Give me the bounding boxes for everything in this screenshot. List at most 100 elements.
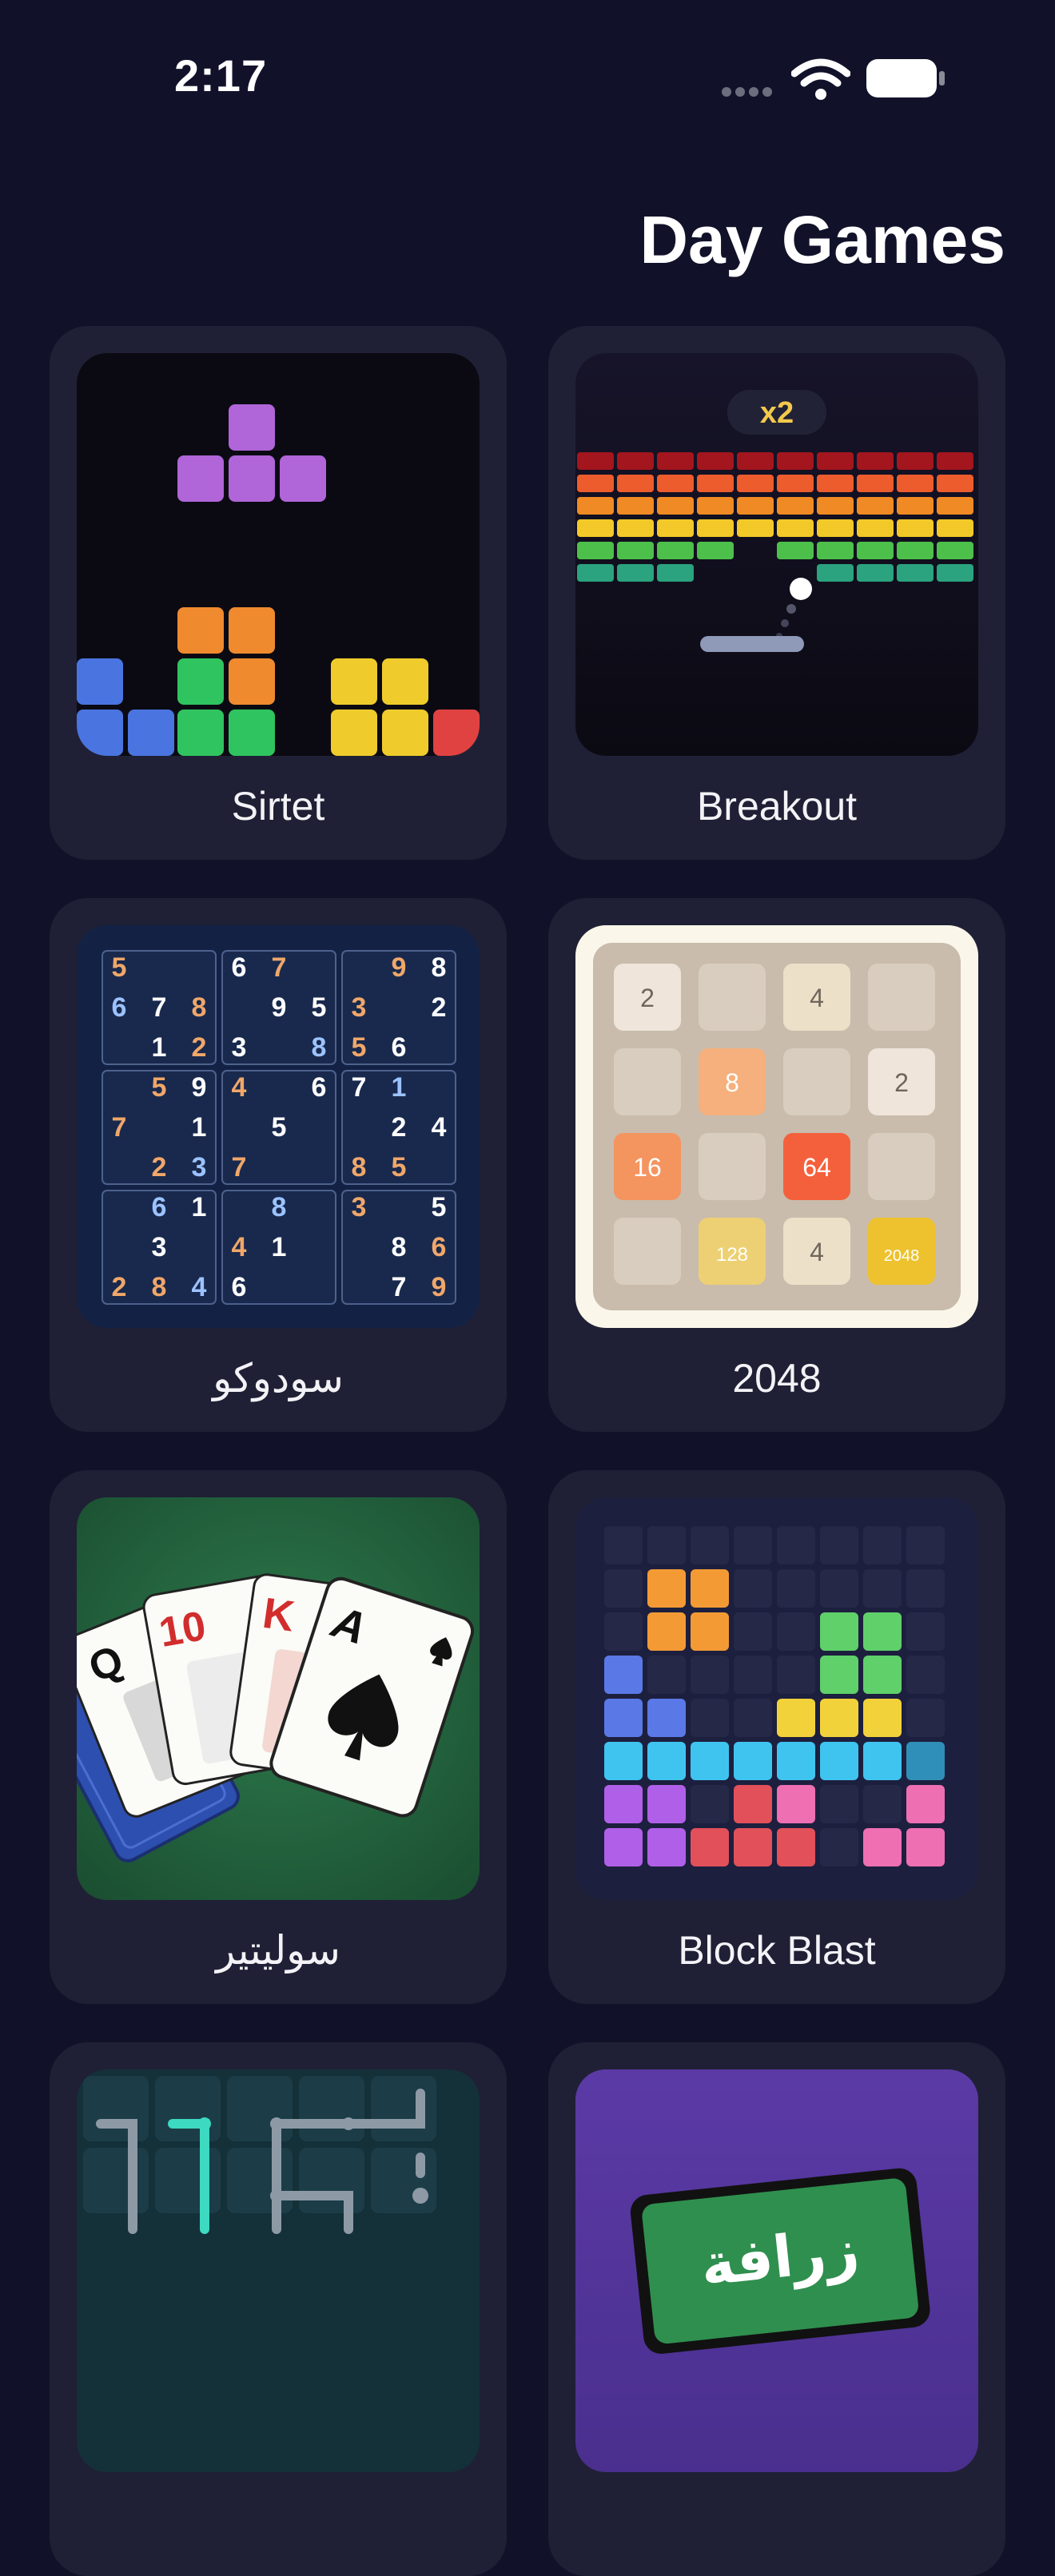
block-cell	[604, 1828, 643, 1866]
breakout-bricks-icon: x2	[577, 390, 973, 652]
block-cell	[777, 1569, 815, 1608]
game-card-sirtet[interactable]: Sirtet	[50, 326, 507, 860]
sudoku-digit: 5	[392, 1152, 407, 1183]
block-cell	[906, 1742, 945, 1780]
sudoku-digit: 6	[232, 1272, 247, 1302]
block-cell	[691, 1828, 729, 1866]
sudoku-digit: 6	[432, 1232, 447, 1262]
game-card-pipes[interactable]	[50, 2042, 507, 2576]
sudoku-digit: 5	[152, 1072, 167, 1103]
sudoku-digit: 3	[232, 1032, 247, 1063]
block-cell	[777, 1526, 815, 1564]
tile-2048	[868, 1133, 935, 1200]
block-cell	[777, 1656, 815, 1694]
block-cell	[691, 1569, 729, 1608]
sudoku-digit: 8	[312, 1032, 327, 1063]
card-rank-k: K	[260, 1589, 297, 1641]
block-cell	[734, 1699, 772, 1737]
pipes-icon	[83, 2076, 436, 2234]
battery-icon	[866, 59, 945, 97]
sudoku-digit: 1	[272, 1232, 287, 1262]
block-cell	[647, 1612, 686, 1651]
sudoku-digit: 1	[152, 1032, 167, 1063]
thumb-2048: 2 4 8 2 16 64 128 4 2048	[575, 925, 978, 1328]
sudoku-digit: 2	[392, 1112, 407, 1143]
tile-value: 2048	[884, 1247, 920, 1265]
block-cell	[820, 1569, 858, 1608]
sirtet-thumbnail	[77, 353, 480, 756]
sudoku-digit: 2	[192, 1032, 207, 1063]
block-cell	[820, 1828, 858, 1866]
block-cell	[820, 1742, 858, 1780]
sudoku-digit: 7	[112, 1112, 127, 1143]
block-cell	[863, 1828, 902, 1866]
tile-value: 4	[810, 984, 824, 1012]
block-cell	[604, 1612, 643, 1651]
sudoku-digit: 4	[432, 1112, 447, 1143]
block-blast-thumbnail	[575, 1497, 978, 1900]
tile-2048	[614, 1218, 681, 1285]
sudoku-digit: 4	[232, 1232, 247, 1262]
sudoku-digit: 8	[272, 1192, 287, 1222]
tile-value: 4	[810, 1238, 824, 1266]
block-cell	[906, 1699, 945, 1737]
tiles-2048-icon: 2 4 8 2 16 64 128 4 2048	[593, 943, 961, 1310]
game-card-sudoku[interactable]: 5679867895321238565946717152423785618353…	[50, 898, 507, 1432]
block-cell	[863, 1699, 902, 1737]
sudoku-digit: 1	[392, 1072, 407, 1103]
game-card-word[interactable]: زرافة	[548, 2042, 1005, 2576]
tile-2048	[783, 1048, 850, 1115]
card-rank-10: 10	[156, 1603, 209, 1656]
block-cell	[604, 1656, 643, 1694]
tile-2048	[614, 1048, 681, 1115]
sudoku-digit: 6	[312, 1072, 327, 1103]
block-cell	[691, 1526, 729, 1564]
game-label: Breakout	[696, 784, 858, 829]
block-cell	[820, 1526, 858, 1564]
wifi-icon	[791, 58, 850, 100]
sudoku-digit: 9	[272, 992, 287, 1023]
sudoku-digit: 5	[312, 992, 327, 1023]
sudoku-grid-icon: 5 6 7 9 86 7 8 9 5 3 21 2 3 8 5 65 9 4 6 7 17 1 5 2 42 3 7 8 56 1 8 3 53…	[102, 950, 456, 1305]
sudoku-digit: 2	[432, 992, 447, 1023]
game-card-breakout[interactable]: x2 Breakout	[548, 326, 1005, 860]
tile-2048	[699, 1133, 766, 1200]
sudoku-digit: 5	[352, 1032, 367, 1063]
tile-value: 8	[725, 1068, 739, 1097]
sirtet-blocks-icon	[77, 404, 480, 756]
sudoku-digit: 5	[272, 1112, 287, 1143]
block-cell	[691, 1612, 729, 1651]
block-cell	[734, 1742, 772, 1780]
multiplier-badge: x2	[760, 396, 794, 430]
game-label: Block Blast	[678, 1928, 876, 1973]
block-cell	[863, 1656, 902, 1694]
block-cell	[647, 1828, 686, 1866]
block-cell	[863, 1569, 902, 1608]
game-card-2048[interactable]: 2 4 8 2 16 64 128 4 2048 2048	[548, 898, 1005, 1432]
sudoku-digit: 1	[192, 1112, 207, 1143]
block-cell	[734, 1656, 772, 1694]
sudoku-digit: 8	[352, 1152, 367, 1183]
block-cell	[777, 1699, 815, 1737]
tile-value: 2	[640, 984, 655, 1012]
game-card-block-blast[interactable]: Block Blast	[548, 1470, 1005, 2004]
block-cell	[734, 1569, 772, 1608]
solitaire-thumbnail: Q 10 K A	[77, 1497, 480, 1900]
status-time: 2:17	[174, 50, 268, 101]
game-card-solitaire[interactable]: Q 10 K A سوليتير	[50, 1470, 507, 2004]
sudoku-digit: 7	[232, 1152, 247, 1183]
sudoku-digit: 6	[392, 1032, 407, 1063]
status-bar: 2:17	[0, 0, 1055, 152]
block-cell	[604, 1699, 643, 1737]
block-cell	[604, 1742, 643, 1780]
block-cell	[863, 1526, 902, 1564]
block-cell	[820, 1699, 858, 1737]
sudoku-digit: 2	[112, 1272, 127, 1302]
game-label: Sirtet	[231, 784, 325, 829]
block-cell	[906, 1569, 945, 1608]
block-cell	[820, 1785, 858, 1823]
block-cell	[647, 1569, 686, 1608]
cellular-signal-icon	[722, 86, 776, 101]
sudoku-digit: 1	[192, 1192, 207, 1222]
tile-value: 2	[894, 1068, 909, 1097]
